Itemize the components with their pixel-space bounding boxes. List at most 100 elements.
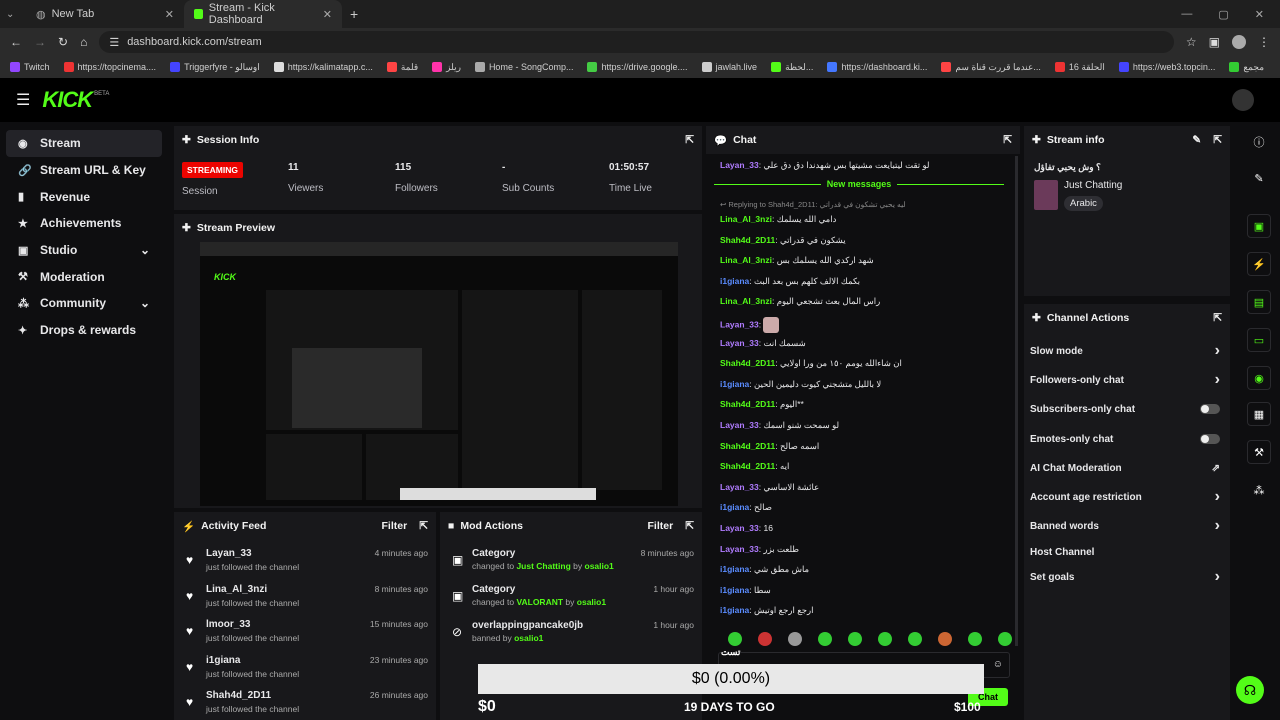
chevron-right-icon[interactable]: ›: [1215, 517, 1220, 535]
forward-arrow-icon[interactable]: →: [34, 35, 46, 49]
chat-username[interactable]: i1giana: [720, 379, 749, 389]
popout-icon[interactable]: ⇱: [1213, 134, 1222, 146]
emote-icon[interactable]: [788, 632, 802, 646]
chat-username[interactable]: i1giana: [720, 502, 749, 512]
activity-username[interactable]: i1giana: [206, 655, 240, 666]
close-icon[interactable]: ✕: [165, 8, 174, 21]
avatar[interactable]: [1232, 89, 1254, 111]
popout-icon[interactable]: ⇱: [685, 520, 694, 532]
chat-username[interactable]: Layan_33: [720, 160, 759, 170]
sidebar-item-studio[interactable]: ▣ Studio ⌄: [6, 237, 162, 264]
sidebar-item-community[interactable]: ⁂ Community ⌄: [6, 290, 162, 317]
bookmark-item[interactable]: Twitch: [10, 62, 50, 72]
lightning-icon[interactable]: ⚡: [1247, 252, 1271, 276]
popout-icon[interactable]: ⇱: [1213, 312, 1222, 324]
bookmark-item[interactable]: عندما قررت قناة سم...: [941, 62, 1041, 73]
bookmark-item[interactable]: ريلز: [432, 62, 461, 73]
bookmark-item[interactable]: https://web3.topcin...: [1118, 62, 1215, 72]
emote-icon[interactable]: [878, 632, 892, 646]
chevron-right-icon[interactable]: ›: [1215, 371, 1220, 389]
tab-new-tab[interactable]: ◍ New Tab ✕: [26, 0, 184, 28]
chat-username[interactable]: Layan_33: [720, 420, 759, 430]
profile-icon[interactable]: [1232, 35, 1246, 49]
emote-icon[interactable]: [728, 632, 742, 646]
stream-preview-video[interactable]: KICK: [200, 242, 678, 506]
chat-username[interactable]: i1giana: [720, 585, 749, 595]
bookmark-item[interactable]: https://topcinema....: [63, 62, 156, 72]
sidebar-item-achievements[interactable]: ★ Achievements: [6, 210, 162, 237]
mod-action-moderator[interactable]: osalio1: [514, 633, 543, 643]
chevron-right-icon[interactable]: ›: [1215, 488, 1220, 506]
activity-username[interactable]: Layan_33: [206, 548, 252, 559]
chat-username[interactable]: Layan_33: [720, 482, 759, 492]
chevron-right-icon[interactable]: ›: [1215, 342, 1220, 360]
emote-icon[interactable]: [818, 632, 832, 646]
channel-action-slow-mode[interactable]: Slow mode ›: [1024, 340, 1220, 362]
chat-username[interactable]: Shah4d_2D11: [720, 358, 775, 368]
chat-scrollbar[interactable]: [1015, 156, 1018, 646]
list-icon[interactable]: ▦: [1247, 402, 1271, 426]
chevron-down-icon[interactable]: ⌄: [140, 296, 150, 310]
star-icon[interactable]: ☆: [1186, 35, 1197, 49]
clipboard-icon[interactable]: ▤: [1247, 290, 1271, 314]
activity-username[interactable]: Lina_Al_3nzi: [206, 584, 267, 595]
crop-icon[interactable]: ▣: [1247, 214, 1271, 238]
channel-action-subscribers-only-chat[interactable]: Subscribers-only chat: [1024, 398, 1220, 420]
emote-icon[interactable]: [998, 632, 1012, 646]
chat-username[interactable]: Shah4d_2D11: [720, 441, 775, 451]
bookmark-item[interactable]: لحظة...: [771, 62, 813, 73]
info-circle-icon[interactable]: ⓘ: [1247, 130, 1271, 154]
chat-username[interactable]: Layan_33: [720, 523, 759, 533]
minimize-icon[interactable]: —: [1181, 8, 1192, 21]
channel-action-set-goals[interactable]: Set goals ›: [1024, 566, 1220, 588]
back-arrow-icon[interactable]: ←: [10, 35, 22, 49]
mod-action-target[interactable]: VALORANT: [516, 597, 563, 607]
url-field[interactable]: ☰ dashboard.kick.com/stream: [99, 31, 1174, 53]
sidebar-item-moderation[interactable]: ⚒ Moderation: [6, 263, 162, 290]
sidebar-item-drops-rewards[interactable]: ✦ Drops & rewards: [6, 317, 162, 344]
hamburger-menu-icon[interactable]: ☰: [16, 90, 30, 110]
filter-button[interactable]: Filter: [382, 520, 408, 532]
home-icon[interactable]: ⌂: [80, 35, 87, 49]
popout-icon[interactable]: ⇱: [685, 134, 694, 146]
maximize-icon[interactable]: ▢: [1218, 8, 1228, 21]
chat-username[interactable]: Layan_33: [720, 319, 759, 329]
chat-bubble-icon[interactable]: ▭: [1247, 328, 1271, 352]
sidebar-item-stream[interactable]: ◉ Stream: [6, 130, 162, 157]
sidebar-item-revenue[interactable]: ▮ Revenue: [6, 183, 162, 210]
channel-action-followers-only-chat[interactable]: Followers-only chat ›: [1024, 369, 1220, 391]
close-icon[interactable]: ✕: [323, 8, 332, 21]
emote-icon[interactable]: [938, 632, 952, 646]
channel-action-banned-words[interactable]: Banned words ›: [1024, 515, 1220, 537]
chat-username[interactable]: Layan_33: [720, 544, 759, 554]
site-info-icon[interactable]: ☰: [109, 36, 119, 49]
mod-action-moderator[interactable]: osalio1: [577, 597, 606, 607]
tab-search-icon[interactable]: ⌄: [6, 9, 26, 20]
bookmark-item[interactable]: https://dashboard.ki...: [827, 62, 927, 72]
channel-action-account-age-restriction[interactable]: Account age restriction ›: [1024, 486, 1220, 508]
chevron-right-icon[interactable]: ›: [1215, 568, 1220, 586]
pencil-icon[interactable]: ✎: [1247, 166, 1271, 190]
bookmark-item[interactable]: Home - SongComp...: [474, 62, 573, 72]
emote-icon[interactable]: [968, 632, 982, 646]
mod-action-target[interactable]: Just Chatting: [516, 561, 570, 571]
external-link-icon[interactable]: ⇗: [1212, 463, 1220, 474]
reload-icon[interactable]: ↻: [58, 35, 68, 49]
broadcast-icon[interactable]: ◉: [1247, 366, 1271, 390]
filter-button[interactable]: Filter: [648, 520, 674, 532]
chat-username[interactable]: Layan_33: [720, 338, 759, 348]
chat-username[interactable]: Shah4d_2D11: [720, 461, 775, 471]
tab-kick-dashboard[interactable]: Stream - Kick Dashboard ✕: [184, 0, 342, 28]
toggle-switch[interactable]: [1200, 404, 1220, 414]
chat-username[interactable]: Shah4d_2D11: [720, 235, 775, 245]
users-icon[interactable]: ⁂: [1247, 478, 1271, 502]
bookmark-item[interactable]: قلمة: [386, 62, 418, 73]
sidebar-item-stream-url-key[interactable]: 🔗 Stream URL & Key: [6, 157, 162, 184]
mod-action-moderator[interactable]: osalio1: [585, 561, 614, 571]
emote-picker-icon[interactable]: ☺: [993, 659, 1003, 670]
new-tab-plus-icon[interactable]: +: [350, 6, 358, 22]
chat-username[interactable]: i1giana: [720, 564, 749, 574]
bookmark-item[interactable]: الحلقة 16: [1054, 62, 1105, 73]
chat-username[interactable]: i1giana: [720, 276, 749, 286]
activity-username[interactable]: lmoor_33: [206, 619, 250, 630]
